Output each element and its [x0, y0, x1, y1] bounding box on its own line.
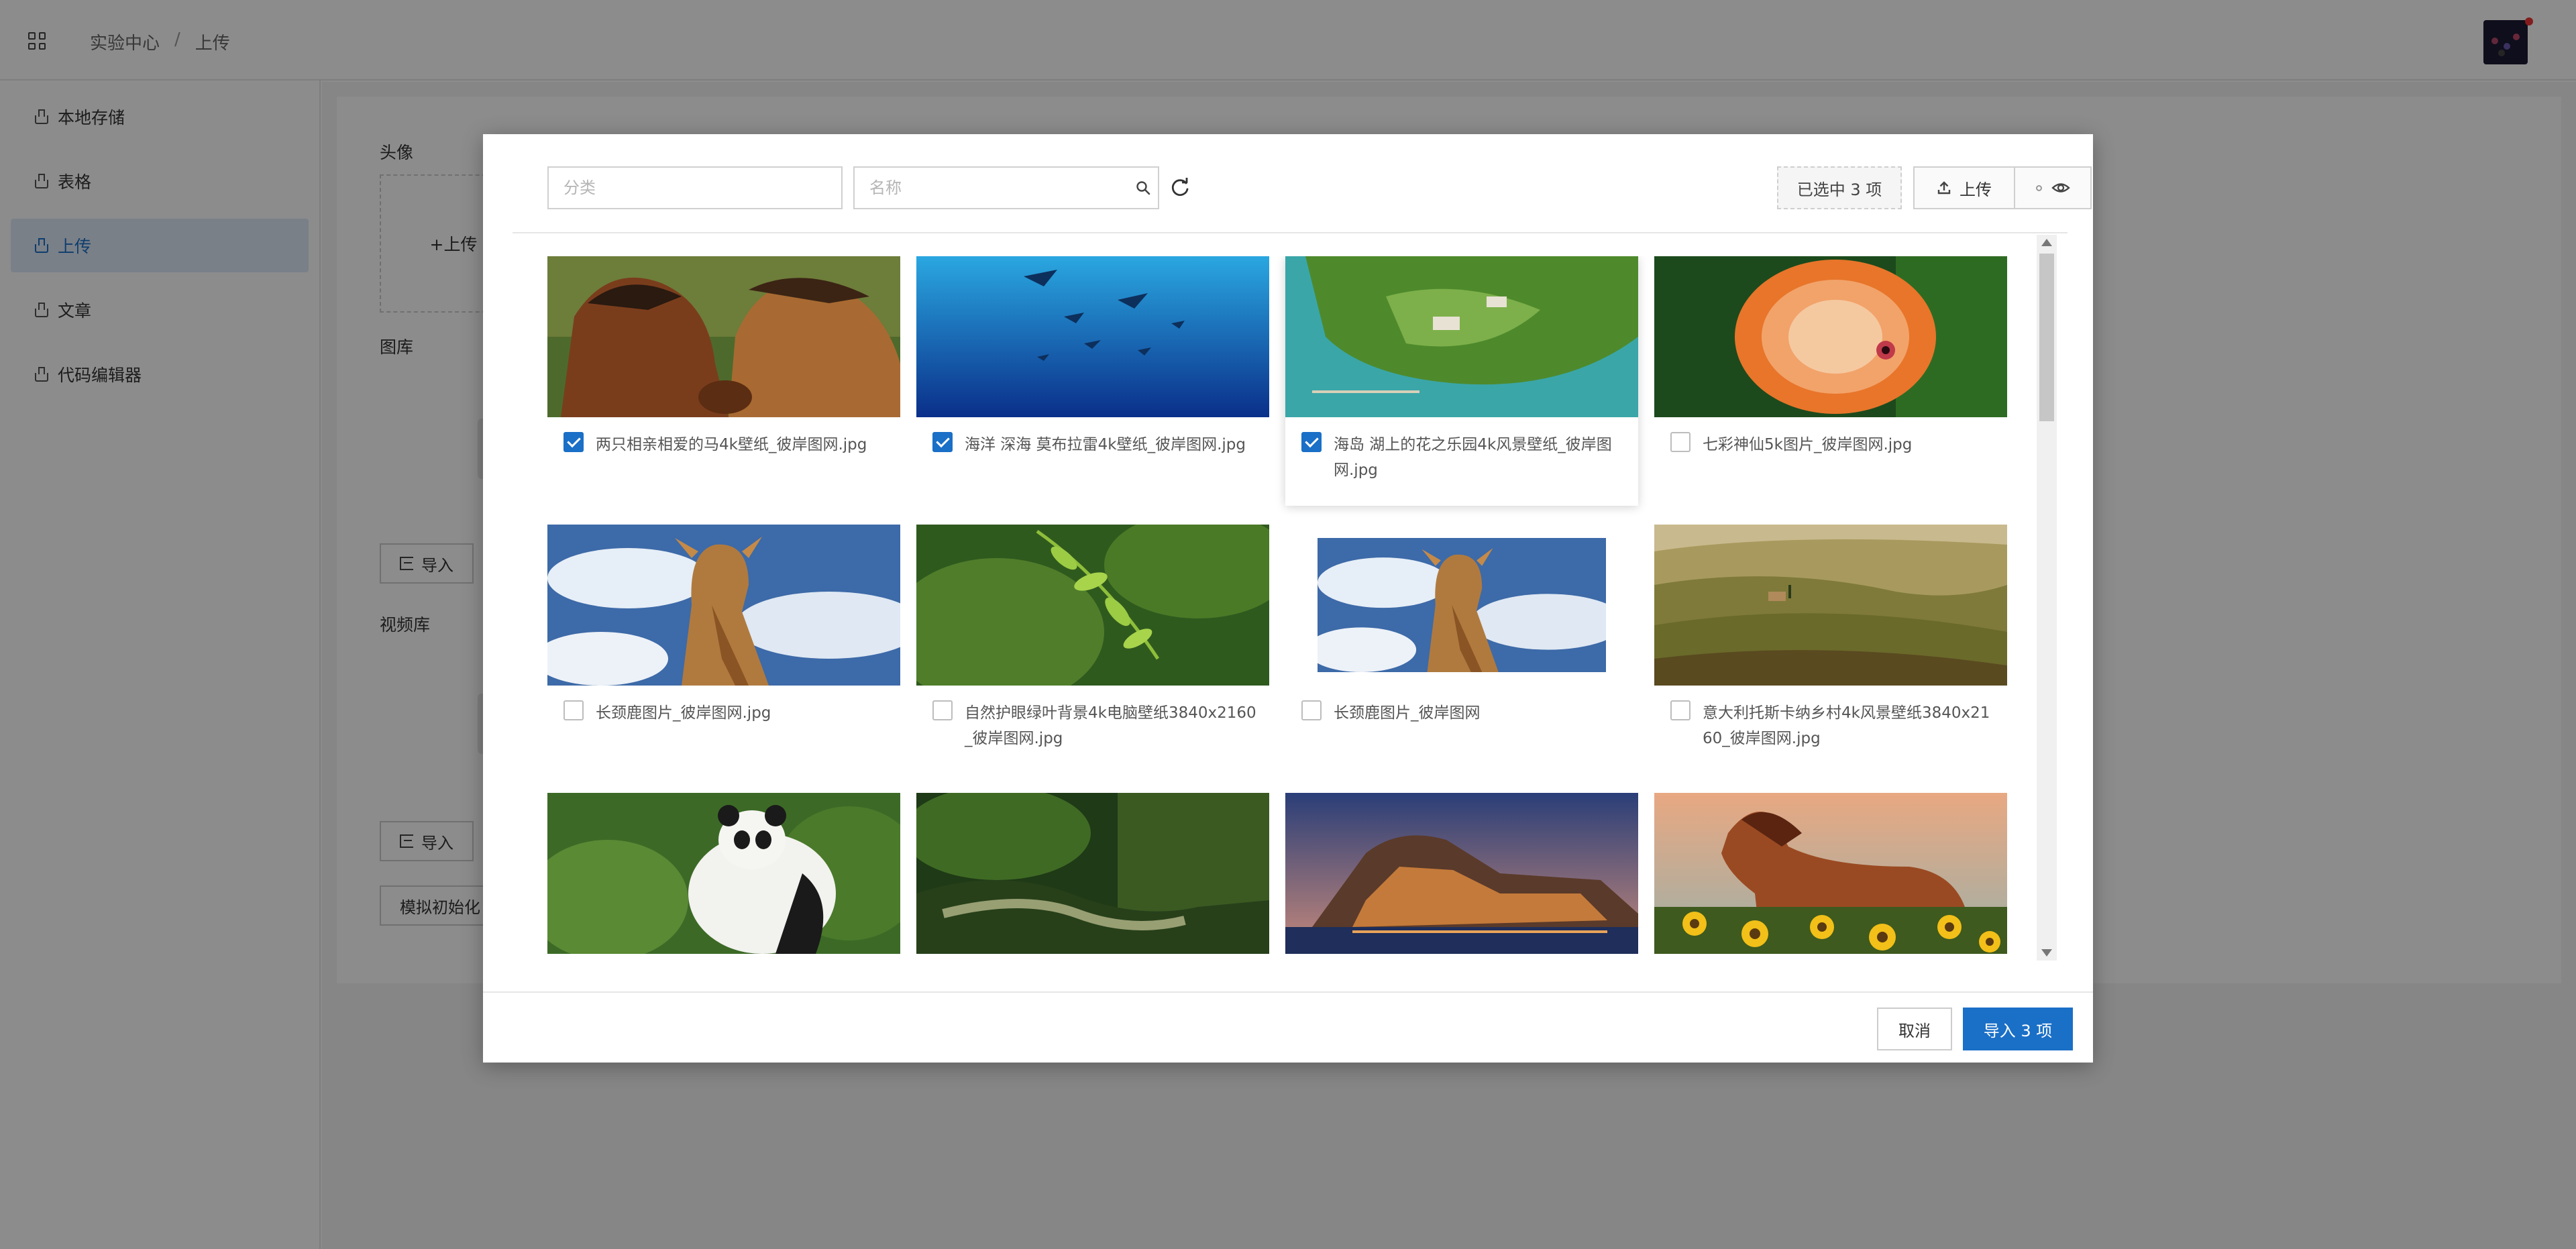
ocean-rays-photo[interactable]	[916, 256, 1269, 417]
image-card[interactable]	[916, 793, 1269, 954]
image-checkbox[interactable]	[1301, 700, 1322, 720]
import-selected-button[interactable]: 导入 3 项	[1963, 1008, 2073, 1050]
green-leaves-photo[interactable]	[916, 525, 1269, 686]
upload-button[interactable]: 上传	[1915, 168, 2015, 208]
image-card[interactable]: 海洋 深海 莫布拉雷4k壁纸_彼岸图网.jpg	[916, 256, 1269, 511]
preview-toggle-button[interactable]	[2015, 168, 2090, 208]
image-filename: 自然护眼绿叶背景4k电脑壁纸3840x2160_彼岸图网.jpg	[965, 704, 1256, 747]
status-dot-icon	[2035, 184, 2042, 191]
image-card[interactable]	[1654, 793, 2007, 954]
image-card[interactable]: 长颈鹿图片_彼岸图网.jpg	[547, 525, 900, 779]
image-card[interactable]: 长颈鹿图片_彼岸图网	[1285, 525, 1638, 779]
toolbar-divider	[513, 232, 2068, 233]
upload-icon	[1937, 181, 1951, 195]
name-search-input[interactable]	[853, 166, 1159, 209]
image-filename: 海洋 深海 莫布拉雷4k壁纸_彼岸图网.jpg	[965, 436, 1246, 453]
horse-sunflowers-photo[interactable]	[1654, 793, 2007, 954]
image-picker-dialog: 已选中 3 项 上传	[483, 134, 2093, 1063]
cancel-button[interactable]: 取消	[1877, 1008, 1952, 1050]
image-grid: 两只相亲相爱的马4k壁纸_彼岸图网.jpg 海洋 深海 莫布拉雷4k壁纸_彼岸图…	[547, 256, 2023, 954]
image-card[interactable]: 自然护眼绿叶背景4k电脑壁纸3840x2160_彼岸图网.jpg	[916, 525, 1269, 779]
giraffe-photo[interactable]	[1318, 538, 1606, 672]
image-card[interactable]	[1285, 793, 1638, 954]
image-checkbox[interactable]	[1670, 700, 1690, 720]
scroll-up-icon[interactable]	[2041, 239, 2052, 246]
scroll-down-icon[interactable]	[2041, 949, 2052, 957]
image-grid-scrollbar[interactable]	[2037, 235, 2057, 961]
upload-button-label: 上传	[1960, 180, 1992, 199]
tuscany-photo[interactable]	[1654, 525, 2007, 686]
image-card[interactable]	[547, 793, 900, 954]
image-checkbox[interactable]	[932, 700, 953, 720]
image-card[interactable]: 七彩神仙5k图片_彼岸图网.jpg	[1654, 256, 2007, 511]
footer-divider	[483, 991, 2093, 993]
giraffe-photo[interactable]	[547, 525, 900, 686]
discus-fish-photo[interactable]	[1654, 256, 2007, 417]
image-filename: 长颈鹿图片_彼岸图网	[1334, 704, 1481, 722]
image-checkbox[interactable]	[564, 700, 584, 720]
refresh-icon[interactable]	[1168, 176, 1192, 200]
image-checkbox[interactable]	[564, 432, 584, 452]
panda-photo[interactable]	[547, 793, 900, 954]
image-filename: 两只相亲相爱的马4k壁纸_彼岸图网.jpg	[596, 436, 867, 453]
horses-photo[interactable]	[547, 256, 900, 417]
island-photo[interactable]	[1285, 256, 1638, 417]
image-card[interactable]: 海岛 湖上的花之乐园4k风景壁纸_彼岸图网.jpg	[1285, 256, 1638, 506]
image-checkbox[interactable]	[1301, 432, 1322, 452]
image-filename: 长颈鹿图片_彼岸图网.jpg	[596, 704, 771, 722]
coastal-town-photo[interactable]	[1285, 793, 1638, 954]
image-filename: 七彩神仙5k图片_彼岸图网.jpg	[1703, 436, 1913, 453]
scrollbar-thumb[interactable]	[2039, 254, 2054, 421]
search-icon[interactable]	[1135, 180, 1151, 196]
image-checkbox[interactable]	[932, 432, 953, 452]
image-card[interactable]: 意大利托斯卡纳乡村4k风景壁纸3840x2160_彼岸图网.jpg	[1654, 525, 2007, 779]
action-button-group: 上传	[1913, 166, 2092, 209]
image-card[interactable]: 两只相亲相爱的马4k壁纸_彼岸图网.jpg	[547, 256, 900, 511]
selected-count-badge: 已选中 3 项	[1777, 166, 1902, 209]
category-input[interactable]	[547, 166, 843, 209]
image-filename: 海岛 湖上的花之乐园4k风景壁纸_彼岸图网.jpg	[1334, 436, 1612, 479]
eye-icon	[2051, 183, 2070, 193]
image-checkbox[interactable]	[1670, 432, 1690, 452]
forest-stream-photo[interactable]	[916, 793, 1269, 954]
image-filename: 意大利托斯卡纳乡村4k风景壁纸3840x2160_彼岸图网.jpg	[1703, 704, 1990, 747]
search-toolbar: 已选中 3 项 上传	[547, 166, 2092, 209]
